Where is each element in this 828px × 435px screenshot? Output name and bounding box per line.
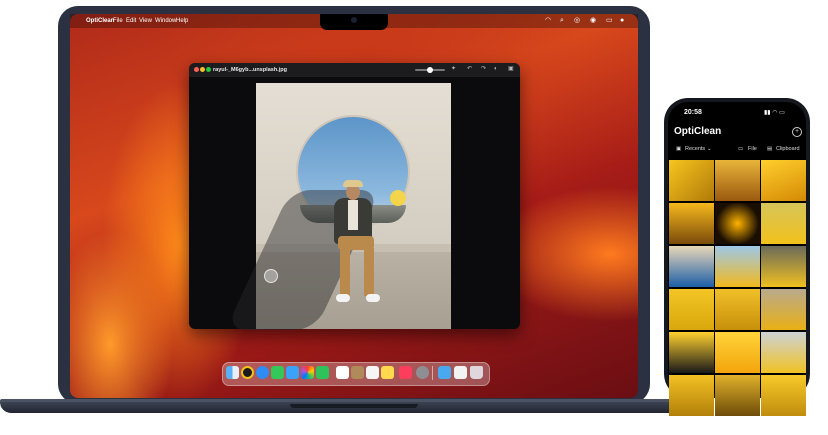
battery-icon[interactable]: ▭	[606, 17, 613, 25]
grid-photo[interactable]	[669, 203, 714, 244]
photo-person-shoe	[336, 294, 350, 302]
photo-person-shirt	[348, 200, 358, 230]
grid-photo[interactable]	[761, 203, 806, 244]
siri-icon[interactable]: ●	[620, 17, 624, 25]
grid-photo[interactable]	[669, 246, 714, 287]
menu-app-name[interactable]: OptiClean	[86, 18, 114, 25]
menu-edit[interactable]: Edit	[126, 18, 136, 25]
compare-icon[interactable]: ◐	[494, 66, 498, 73]
undo-icon[interactable]: ↶	[467, 66, 472, 73]
facetime-icon[interactable]	[316, 366, 329, 379]
contacts-icon[interactable]	[351, 366, 364, 379]
photo-grid	[668, 160, 806, 416]
window-title: rayul-_M6gyb...unsplash.jpg	[213, 67, 287, 73]
clipboard-icon: ▤	[767, 146, 773, 152]
phone-app-title: OptiClean	[674, 126, 722, 137]
folder-icon: ▭	[738, 146, 744, 152]
grid-photo[interactable]	[761, 246, 806, 287]
phone-time: 20:58	[684, 109, 702, 116]
downloads-folder-icon[interactable]	[438, 366, 451, 379]
photos-icon[interactable]	[301, 366, 314, 379]
grid-photo[interactable]	[715, 289, 760, 330]
messages-icon[interactable]	[271, 366, 284, 379]
opticlean-icon[interactable]	[241, 366, 254, 379]
image-icon[interactable]: ▣	[508, 66, 514, 73]
photos-icon: ▣	[676, 146, 682, 152]
menu-window[interactable]: Window	[155, 18, 176, 25]
system-settings-icon[interactable]	[416, 366, 429, 379]
add-icon[interactable]: +	[792, 127, 802, 137]
photo-person-leg	[364, 248, 374, 296]
finder-icon[interactable]	[226, 366, 239, 379]
grid-photo[interactable]	[669, 332, 714, 373]
user-icon[interactable]: ◉	[590, 17, 596, 25]
mail-icon[interactable]	[286, 366, 299, 379]
laptop-thumb-notch	[290, 404, 418, 408]
photo-person-hat	[343, 180, 363, 187]
control-center-icon[interactable]: ◎	[574, 17, 580, 25]
music-icon[interactable]	[399, 366, 412, 379]
grid-photo[interactable]	[761, 289, 806, 330]
wifi-icon[interactable]: ◠	[545, 17, 551, 25]
trash-icon[interactable]	[470, 366, 483, 379]
phone-status-icons: ▮▮ ◠ ▭	[764, 110, 785, 116]
reminders-icon[interactable]	[366, 366, 379, 379]
menu-file[interactable]: File	[113, 18, 123, 25]
dynamic-island	[718, 107, 758, 118]
brush-size-slider-knob[interactable]	[427, 67, 433, 73]
zoom-button[interactable]	[206, 67, 211, 72]
grid-photo[interactable]	[715, 246, 760, 287]
brush-cursor	[264, 269, 278, 283]
tab-file[interactable]: File	[748, 145, 757, 153]
safari-icon[interactable]	[256, 366, 269, 379]
grid-photo[interactable]	[715, 160, 760, 201]
grid-photo[interactable]	[715, 203, 760, 244]
minimize-button[interactable]	[200, 67, 205, 72]
grid-photo[interactable]	[669, 375, 714, 416]
photo-person-shoe	[366, 294, 380, 302]
magic-wand-icon[interactable]: ✦	[451, 66, 456, 73]
grid-photo[interactable]	[761, 160, 806, 201]
grid-photo[interactable]	[761, 332, 806, 373]
camera-icon	[351, 17, 357, 23]
chevron-down-icon[interactable]: ⌄	[707, 145, 712, 153]
selected-object-highlight	[390, 190, 406, 206]
grid-photo[interactable]	[669, 289, 714, 330]
tab-recents[interactable]: Recents	[685, 145, 705, 153]
search-icon[interactable]: ⌕	[560, 17, 564, 25]
tab-clipboard[interactable]: Clipboard	[776, 145, 800, 153]
document-icon[interactable]	[454, 366, 467, 379]
grid-photo[interactable]	[761, 375, 806, 416]
calendar-icon[interactable]	[336, 366, 349, 379]
menu-view[interactable]: View	[139, 18, 152, 25]
menu-help[interactable]: Help	[176, 18, 188, 25]
grid-photo[interactable]	[715, 375, 760, 416]
grid-photo[interactable]	[669, 160, 714, 201]
grid-photo[interactable]	[715, 332, 760, 373]
close-button[interactable]	[194, 67, 199, 72]
photo-person-leg	[340, 248, 350, 296]
redo-icon[interactable]: ↷	[481, 66, 486, 73]
dock-separator	[432, 366, 433, 380]
notes-icon[interactable]	[381, 366, 394, 379]
